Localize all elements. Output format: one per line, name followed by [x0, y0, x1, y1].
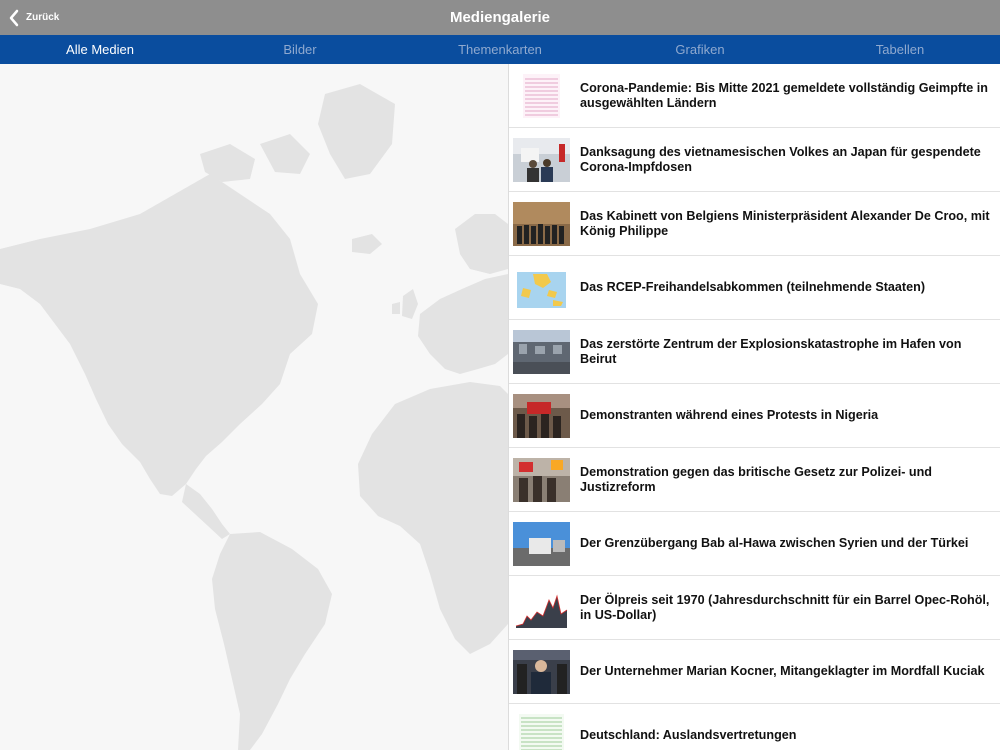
media-item-title: Das zerstörte Zentrum der Explosionskata… [580, 336, 962, 366]
media-list-item[interactable]: Demonstranten während eines Protests in … [509, 384, 1000, 448]
media-item-title: Das Kabinett von Belgiens Ministerpräsid… [580, 208, 990, 238]
back-button[interactable]: Zurück [8, 0, 59, 35]
tab-bar: Alle Medien Bilder Themenkarten Grafiken… [0, 35, 1000, 64]
world-map-graphic [0, 84, 508, 750]
media-item-title: Der Grenzübergang Bab al-Hawa zwischen S… [580, 536, 969, 550]
media-list-item[interactable]: Der Grenzübergang Bab al-Hawa zwischen S… [509, 512, 1000, 576]
chevron-left-icon [9, 9, 19, 26]
back-label: Zurück [26, 12, 60, 23]
photo-thumbnail [513, 202, 570, 246]
media-list: Corona-Pandemie: Bis Mitte 2021 gemeldet… [508, 64, 1000, 750]
media-item-title: Der Ölpreis seit 1970 (Jahresdurchschnit… [580, 592, 990, 622]
media-item-title: Deutschland: Auslandsvertretungen [580, 728, 797, 742]
chart-thumbnail [513, 586, 570, 630]
media-list-item[interactable]: Der Ölpreis seit 1970 (Jahresdurchschnit… [509, 576, 1000, 640]
media-item-title: Demonstration gegen das britische Gesetz… [580, 464, 932, 494]
table-thumbnail [513, 714, 570, 750]
media-list-item[interactable]: Das RCEP-Freihandelsabkommen (teilnehmen… [509, 256, 1000, 320]
photo-thumbnail [513, 138, 570, 182]
map-thumbnail [513, 266, 570, 310]
table-thumbnail [513, 74, 570, 118]
media-list-item[interactable]: Demonstration gegen das britische Gesetz… [509, 448, 1000, 512]
photo-thumbnail [513, 458, 570, 502]
photo-thumbnail [513, 522, 570, 566]
media-list-item[interactable]: Der Unternehmer Marian Kocner, Mitangekl… [509, 640, 1000, 704]
media-list-item[interactable]: Deutschland: Auslandsvertretungen [509, 704, 1000, 750]
photo-thumbnail [513, 394, 570, 438]
tab-tabellen[interactable]: Tabellen [800, 35, 1000, 64]
media-item-title: Der Unternehmer Marian Kocner, Mitangekl… [580, 664, 985, 678]
page-title: Mediengalerie [449, 9, 551, 26]
media-item-title: Corona-Pandemie: Bis Mitte 2021 gemeldet… [580, 80, 988, 110]
media-list-item[interactable]: Das zerstörte Zentrum der Explosionskata… [509, 320, 1000, 384]
tab-grafiken[interactable]: Grafiken [600, 35, 800, 64]
tab-themenkarten[interactable]: Themenkarten [400, 35, 600, 64]
media-item-title: Demonstranten während eines Protests in … [580, 408, 879, 422]
media-list-item[interactable]: Danksagung des vietnamesischen Volkes an… [509, 128, 1000, 192]
header-bar: Zurück Mediengalerie [0, 0, 1000, 35]
media-list-item[interactable]: Corona-Pandemie: Bis Mitte 2021 gemeldet… [509, 64, 1000, 128]
media-item-title: Danksagung des vietnamesischen Volkes an… [580, 144, 981, 174]
media-item-title: Das RCEP-Freihandelsabkommen (teilnehmen… [580, 280, 926, 294]
media-list-item[interactable]: Das Kabinett von Belgiens Ministerpräsid… [509, 192, 1000, 256]
tab-alle-medien[interactable]: Alle Medien [0, 35, 200, 64]
photo-thumbnail [513, 330, 570, 374]
world-map[interactable] [0, 64, 508, 750]
tab-bilder[interactable]: Bilder [200, 35, 400, 64]
photo-thumbnail [513, 650, 570, 694]
